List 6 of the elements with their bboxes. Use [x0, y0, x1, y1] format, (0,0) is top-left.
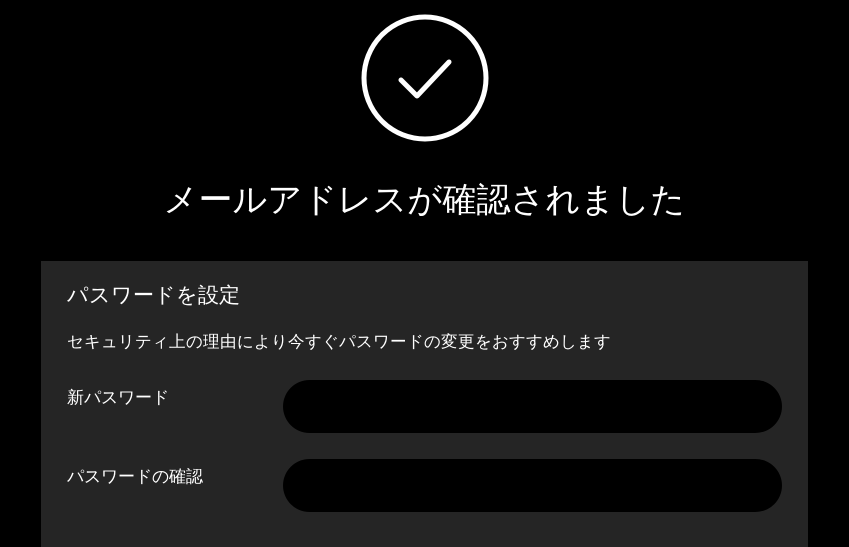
- field-label: 新パスワード: [67, 387, 170, 410]
- check-circle-icon: [360, 14, 488, 142]
- page-title: メールアドレスが確認されました: [164, 180, 686, 221]
- field-label: パスワードの確認: [67, 466, 204, 490]
- panel-title: パスワードを設定: [67, 282, 241, 308]
- panel-description: セキュリティ上の理由により今すぐパスワードの変更をおすすめします: [67, 330, 612, 353]
